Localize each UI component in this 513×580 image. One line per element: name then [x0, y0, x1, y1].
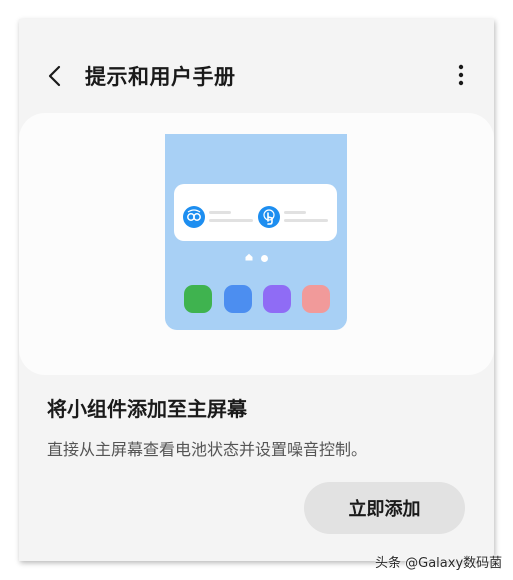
widget-preview [174, 184, 337, 241]
section-description: 直接从主屏幕查看电池状态并设置噪音控制。 [47, 440, 368, 459]
app-icon-purple [263, 285, 291, 313]
widget-text-line [209, 211, 231, 214]
app-icon-green [184, 285, 212, 313]
earbuds-icon [183, 206, 205, 228]
app-icon-blue [224, 285, 252, 313]
chevron-left-icon [48, 65, 61, 87]
touch-icon [258, 206, 280, 228]
app-screen: 提示和用户手册 将小组件添加至主屏幕 直接从主屏幕查看电池状态并设置噪音控制。 … [19, 19, 494, 561]
home-page-indicator [245, 253, 253, 261]
page-title: 提示和用户手册 [85, 65, 236, 89]
more-options-button[interactable] [452, 61, 470, 91]
widget-text-line [209, 219, 253, 222]
app-icon-pink [302, 285, 330, 313]
back-button[interactable] [43, 63, 69, 89]
app-bar: 提示和用户手册 [19, 55, 494, 99]
widget-text-line [284, 211, 306, 214]
watermark: 头条 @Galaxy数码菌 [375, 556, 503, 571]
add-now-button[interactable]: 立即添加 [304, 482, 465, 534]
page-indicator-dot [261, 255, 268, 262]
illustration-card [19, 113, 494, 375]
section-heading: 将小组件添加至主屏幕 [47, 397, 247, 421]
phone-illustration [165, 134, 347, 330]
more-vertical-icon [458, 64, 464, 86]
widget-text-line [284, 219, 328, 222]
